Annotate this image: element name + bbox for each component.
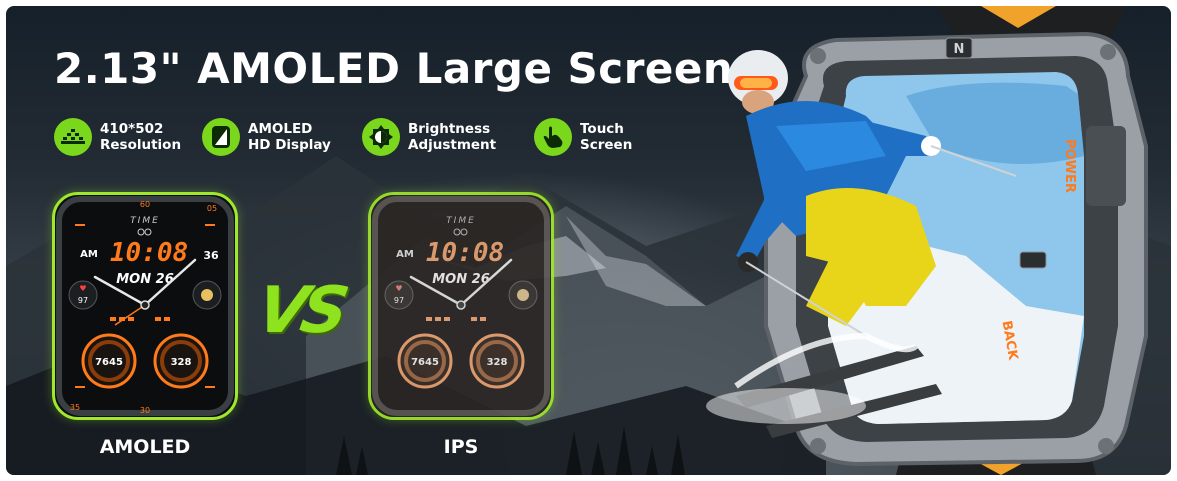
svg-text:N: N [954,42,965,57]
power-button-label: POWER [1062,139,1077,193]
large-watch-illustration: N POWER BACK [706,6,1148,475]
product-banner: 2.13" AMOLED Large Screen 410*502 Resolut… [6,6,1171,475]
